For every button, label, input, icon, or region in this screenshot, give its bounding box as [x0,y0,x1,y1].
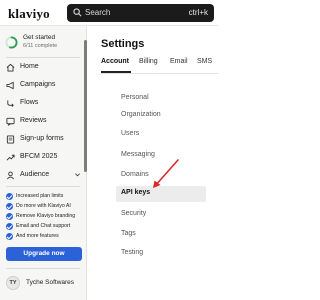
get-started-title[interactable]: Get started [23,34,55,41]
sidebar-item-flows[interactable]: Flows [0,95,84,112]
divider [6,186,80,187]
avatar: TY [6,276,20,290]
reviews-icon [6,117,15,126]
divider [6,268,80,269]
check-icon [6,193,13,200]
settings-item-label: Security [121,210,147,217]
sidebar-item-audience[interactable]: Audience [0,167,84,184]
tab-email[interactable]: Email [170,58,188,65]
feature-label: Increased plan limits [16,193,64,199]
sidebar-item-label: Reviews [20,117,47,124]
settings-item-security[interactable]: Security [116,207,206,223]
feature-item: Remove Klaviyo branding [6,212,86,221]
get-started-progress-text: 6/11 complete [23,43,58,49]
audience-icon [6,171,15,180]
sidebar-item-label: Flows [20,99,39,106]
feature-item: Do more with Klaviyo AI [6,202,86,211]
sidebar-item-campaigns[interactable]: Campaigns [0,77,84,94]
search-shortcut: ctrl+k [188,8,208,17]
feature-item: And more features [6,232,86,241]
account-menu[interactable]: TY Tyche Softwares [6,276,86,294]
settings-item-users[interactable]: Users [116,127,206,143]
tab-sms[interactable]: SMS [197,58,212,65]
sidebar-item-home[interactable]: Home [0,59,84,76]
sidebar-item-label: Sign-up forms [20,135,64,142]
settings-item-label: Domains [121,171,149,178]
feature-label: And more features [16,233,59,239]
tab-billing[interactable]: Billing [139,58,158,65]
page-title: Settings [101,38,145,50]
tabs-divider [101,73,218,74]
settings-item-personal[interactable]: Personal [116,91,206,107]
feature-item: Increased plan limits [6,192,86,201]
settings-item-label: Tags [121,230,136,237]
upgrade-now-button[interactable]: Upgrade now [6,247,82,261]
sidebar-item-label: BFCM 2025 [20,153,58,160]
settings-item-label: Messaging [121,151,155,158]
settings-item-tags[interactable]: Tags [116,227,206,243]
tab-account[interactable]: Account [101,58,129,65]
settings-item-label: Testing [121,249,144,256]
check-icon [6,223,13,230]
settings-item-label: Users [121,130,140,137]
annotation-arrow-icon [153,159,179,188]
sidebar: Get started 6/11 complete Home Campaigns… [0,26,87,300]
feature-item: Email and Chat support [6,222,86,231]
settings-item-label: Personal [121,94,149,101]
sidebar-item-bfcm-2025[interactable]: BFCM 2025 [0,149,84,166]
feature-label: Email and Chat support [16,223,71,229]
signup-forms-icon [6,135,15,144]
chevron-down-icon [75,173,80,177]
check-icon [6,233,13,240]
divider [6,57,80,58]
feature-label: Do more with Klaviyo AI [16,203,71,209]
sidebar-item-label: Campaigns [20,81,56,88]
flows-icon [7,100,14,107]
check-icon [6,213,13,220]
top-bar: klaviyo Search ctrl+k [0,0,218,26]
progress-ring-icon [5,36,18,49]
account-name: Tyche Softwares [26,279,75,286]
search-placeholder: Search [85,8,111,17]
search-icon [73,8,82,17]
search-bar[interactable]: Search ctrl+k [67,4,214,22]
settings-tabs: Account Billing Email SMS [101,58,218,74]
settings-item-label: Organization [121,111,161,118]
settings-item-label: API keys [121,189,151,196]
check-icon [6,203,13,210]
klaviyo-logo[interactable]: klaviyo [8,6,50,22]
feature-label: Remove Klaviyo branding [16,213,76,219]
trending-icon [6,154,15,161]
sidebar-item-signup-forms[interactable]: Sign-up forms [0,131,84,148]
sidebar-item-reviews[interactable]: Reviews [0,113,84,130]
campaigns-icon [6,81,14,90]
home-icon [6,63,15,72]
sidebar-item-label: Audience [20,171,50,178]
settings-item-testing[interactable]: Testing [116,246,206,262]
sidebar-item-label: Home [20,63,39,70]
settings-item-organization[interactable]: Organization [116,108,206,124]
sidebar-scrollbar[interactable] [84,40,87,172]
